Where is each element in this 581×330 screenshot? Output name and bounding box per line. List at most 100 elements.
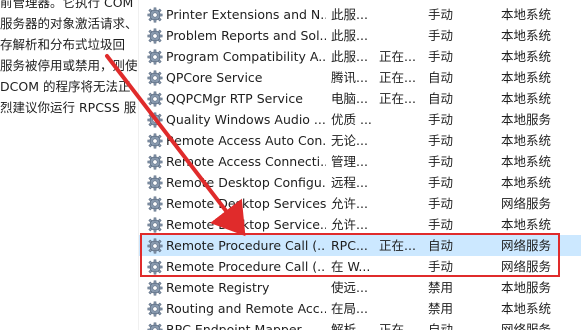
service-name: Remote Procedure Call (... bbox=[166, 238, 326, 253]
service-startup-type: 自动 bbox=[428, 91, 454, 106]
service-logon-as: 本地系统 bbox=[501, 217, 552, 232]
service-gear-icon bbox=[147, 46, 165, 67]
service-status bbox=[379, 277, 429, 298]
description-line: 服务被停用或禁用，则使 bbox=[0, 58, 138, 73]
service-name: Program Compatibility A... bbox=[166, 49, 326, 64]
service-status: 正在... bbox=[379, 322, 416, 330]
service-name: QQPCMgr RTP Service bbox=[166, 91, 303, 106]
service-gear-icon bbox=[147, 109, 165, 130]
service-logon-as: 本地系统 bbox=[501, 175, 552, 190]
service-description: 管理... bbox=[331, 154, 368, 169]
service-startup-type: 自动 bbox=[428, 322, 454, 330]
service-row[interactable]: Program Compatibility A... 此服... 正在... 手动 本地… bbox=[139, 46, 581, 67]
description-line: 前管理器。它执行 COM bbox=[0, 0, 134, 10]
description-line: 服务器的对象激活请求、 bbox=[0, 16, 138, 31]
service-name: Remote Registry bbox=[166, 280, 270, 295]
service-name: Remote Procedure Call (... bbox=[166, 259, 326, 274]
service-row[interactable]: Remote Registry 使远... 禁用 本地服务 bbox=[139, 277, 581, 298]
service-startup-type: 手动 bbox=[428, 175, 454, 190]
service-row[interactable]: Problem Reports and Sol... 此服... 手动 本地系统 bbox=[139, 25, 581, 46]
service-status: 正在... bbox=[379, 49, 416, 64]
service-row[interactable]: Remote Procedure Call (... 在 W... 手动 网络服务 bbox=[139, 256, 581, 277]
service-name: Printer Extensions and N... bbox=[166, 7, 326, 22]
service-gear-icon bbox=[147, 25, 165, 46]
service-name: Problem Reports and Sol... bbox=[166, 28, 326, 43]
service-gear-icon bbox=[147, 235, 165, 256]
service-startup-type: 手动 bbox=[428, 217, 454, 232]
service-gear-icon bbox=[147, 151, 165, 172]
service-startup-type: 禁用 bbox=[428, 280, 454, 295]
service-logon-as: 本地服务 bbox=[501, 280, 552, 295]
service-gear-icon bbox=[147, 277, 165, 298]
service-logon-as: 本地系统 bbox=[501, 28, 552, 43]
service-logon-as: 本地系统 bbox=[501, 133, 552, 148]
service-logon-as: 本地系统 bbox=[501, 154, 552, 169]
service-name: Quality Windows Audio ... bbox=[166, 112, 326, 127]
service-description: 优质 ... bbox=[331, 112, 372, 127]
service-status bbox=[379, 4, 429, 25]
service-description: 允许... bbox=[331, 196, 368, 211]
service-name: Remote Desktop Service... bbox=[166, 217, 326, 232]
service-description: 此服... bbox=[331, 28, 368, 43]
service-startup-type: 手动 bbox=[428, 28, 454, 43]
service-gear-icon bbox=[147, 193, 165, 214]
service-name: RPC Endpoint Mapper bbox=[166, 322, 302, 330]
service-row[interactable]: QPCore Service 腾讯... 正在... 自动 本地系统 bbox=[139, 67, 581, 88]
service-status bbox=[379, 193, 429, 214]
service-logon-as: 网络服务 bbox=[501, 322, 552, 330]
service-logon-as: 本地服务 bbox=[501, 112, 552, 127]
service-row[interactable]: Remote Procedure Call (... RPC... 正在... 自动 网… bbox=[139, 235, 581, 256]
service-logon-as: 网络服务 bbox=[501, 196, 552, 211]
service-startup-type: 手动 bbox=[428, 133, 454, 148]
service-startup-type: 手动 bbox=[428, 49, 454, 64]
service-description: 使远... bbox=[331, 280, 368, 295]
service-name: Remote Access Auto Con... bbox=[166, 133, 326, 148]
service-logon-as: 本地系统 bbox=[501, 91, 552, 106]
service-description: 在局... bbox=[331, 301, 368, 316]
service-description: RPC... bbox=[331, 238, 368, 253]
service-startup-type: 手动 bbox=[428, 154, 454, 169]
service-row[interactable]: Remote Desktop Services 允许... 手动 网络服务 bbox=[139, 193, 581, 214]
service-row[interactable]: Remote Access Auto Con... 无论... 手动 本地系统 bbox=[139, 130, 581, 151]
service-row[interactable]: Remote Desktop Service... 允许... 手动 本地系统 bbox=[139, 214, 581, 235]
service-row[interactable]: RPC Endpoint Mapper 解析... 正在... 自动 网络服务 bbox=[139, 319, 581, 330]
service-startup-type: 禁用 bbox=[428, 301, 454, 316]
service-description: 解析... bbox=[331, 322, 368, 330]
service-row[interactable]: Remote Access Connecti... 管理... 手动 本地系统 bbox=[139, 151, 581, 172]
service-description: 此服... bbox=[331, 49, 368, 64]
service-row[interactable]: QQPCMgr RTP Service 电脑... 正在... 自动 本地系统 bbox=[139, 88, 581, 109]
service-description: 此服... bbox=[331, 7, 368, 22]
service-row[interactable]: Quality Windows Audio ... 优质 ... 手动 本地服务 bbox=[139, 109, 581, 130]
service-gear-icon bbox=[147, 256, 165, 277]
description-line: DCOM 的程序将无法正 bbox=[0, 79, 131, 94]
description-line: 烈建议你运行 RPCSS 服 bbox=[0, 100, 137, 115]
service-gear-icon bbox=[147, 67, 165, 88]
service-name: Routing and Remote Acc... bbox=[166, 301, 326, 316]
service-description: 无论... bbox=[331, 133, 368, 148]
description-line: 存解析和分布式垃圾回 bbox=[0, 37, 126, 52]
service-startup-type: 手动 bbox=[428, 7, 454, 22]
service-logon-as: 本地系统 bbox=[501, 70, 552, 85]
service-name: QPCore Service bbox=[166, 70, 263, 85]
service-row[interactable]: Remote Desktop Configu... 远程... 手动 本地系统 bbox=[139, 172, 581, 193]
service-row[interactable]: Routing and Remote Acc... 在局... 禁用 本地系统 bbox=[139, 298, 581, 319]
service-logon-as: 本地系统 bbox=[501, 301, 552, 316]
service-gear-icon bbox=[147, 319, 165, 330]
service-status bbox=[379, 130, 429, 151]
service-status: 正在... bbox=[379, 238, 416, 253]
service-description-pane: 前管理器。它执行 COM 服务器的对象激活请求、 存解析和分布式垃圾回 服务被停… bbox=[0, 0, 139, 330]
services-window: 前管理器。它执行 COM 服务器的对象激活请求、 存解析和分布式垃圾回 服务被停… bbox=[0, 0, 581, 330]
service-status: 正在... bbox=[379, 70, 416, 85]
service-startup-type: 自动 bbox=[428, 70, 454, 85]
service-gear-icon bbox=[147, 298, 165, 319]
service-logon-as: 本地系统 bbox=[501, 49, 552, 64]
service-status bbox=[379, 256, 429, 277]
service-status bbox=[379, 109, 429, 130]
service-status bbox=[379, 25, 429, 46]
services-list: Printer Extensions and N... 此服... 手动 本地系统 Pr… bbox=[139, 0, 581, 330]
service-gear-icon bbox=[147, 172, 165, 193]
service-description: 允许... bbox=[331, 217, 368, 232]
service-gear-icon bbox=[147, 130, 165, 151]
service-row[interactable]: Printer Extensions and N... 此服... 手动 本地系统 bbox=[139, 4, 581, 25]
service-startup-type: 手动 bbox=[428, 259, 454, 274]
